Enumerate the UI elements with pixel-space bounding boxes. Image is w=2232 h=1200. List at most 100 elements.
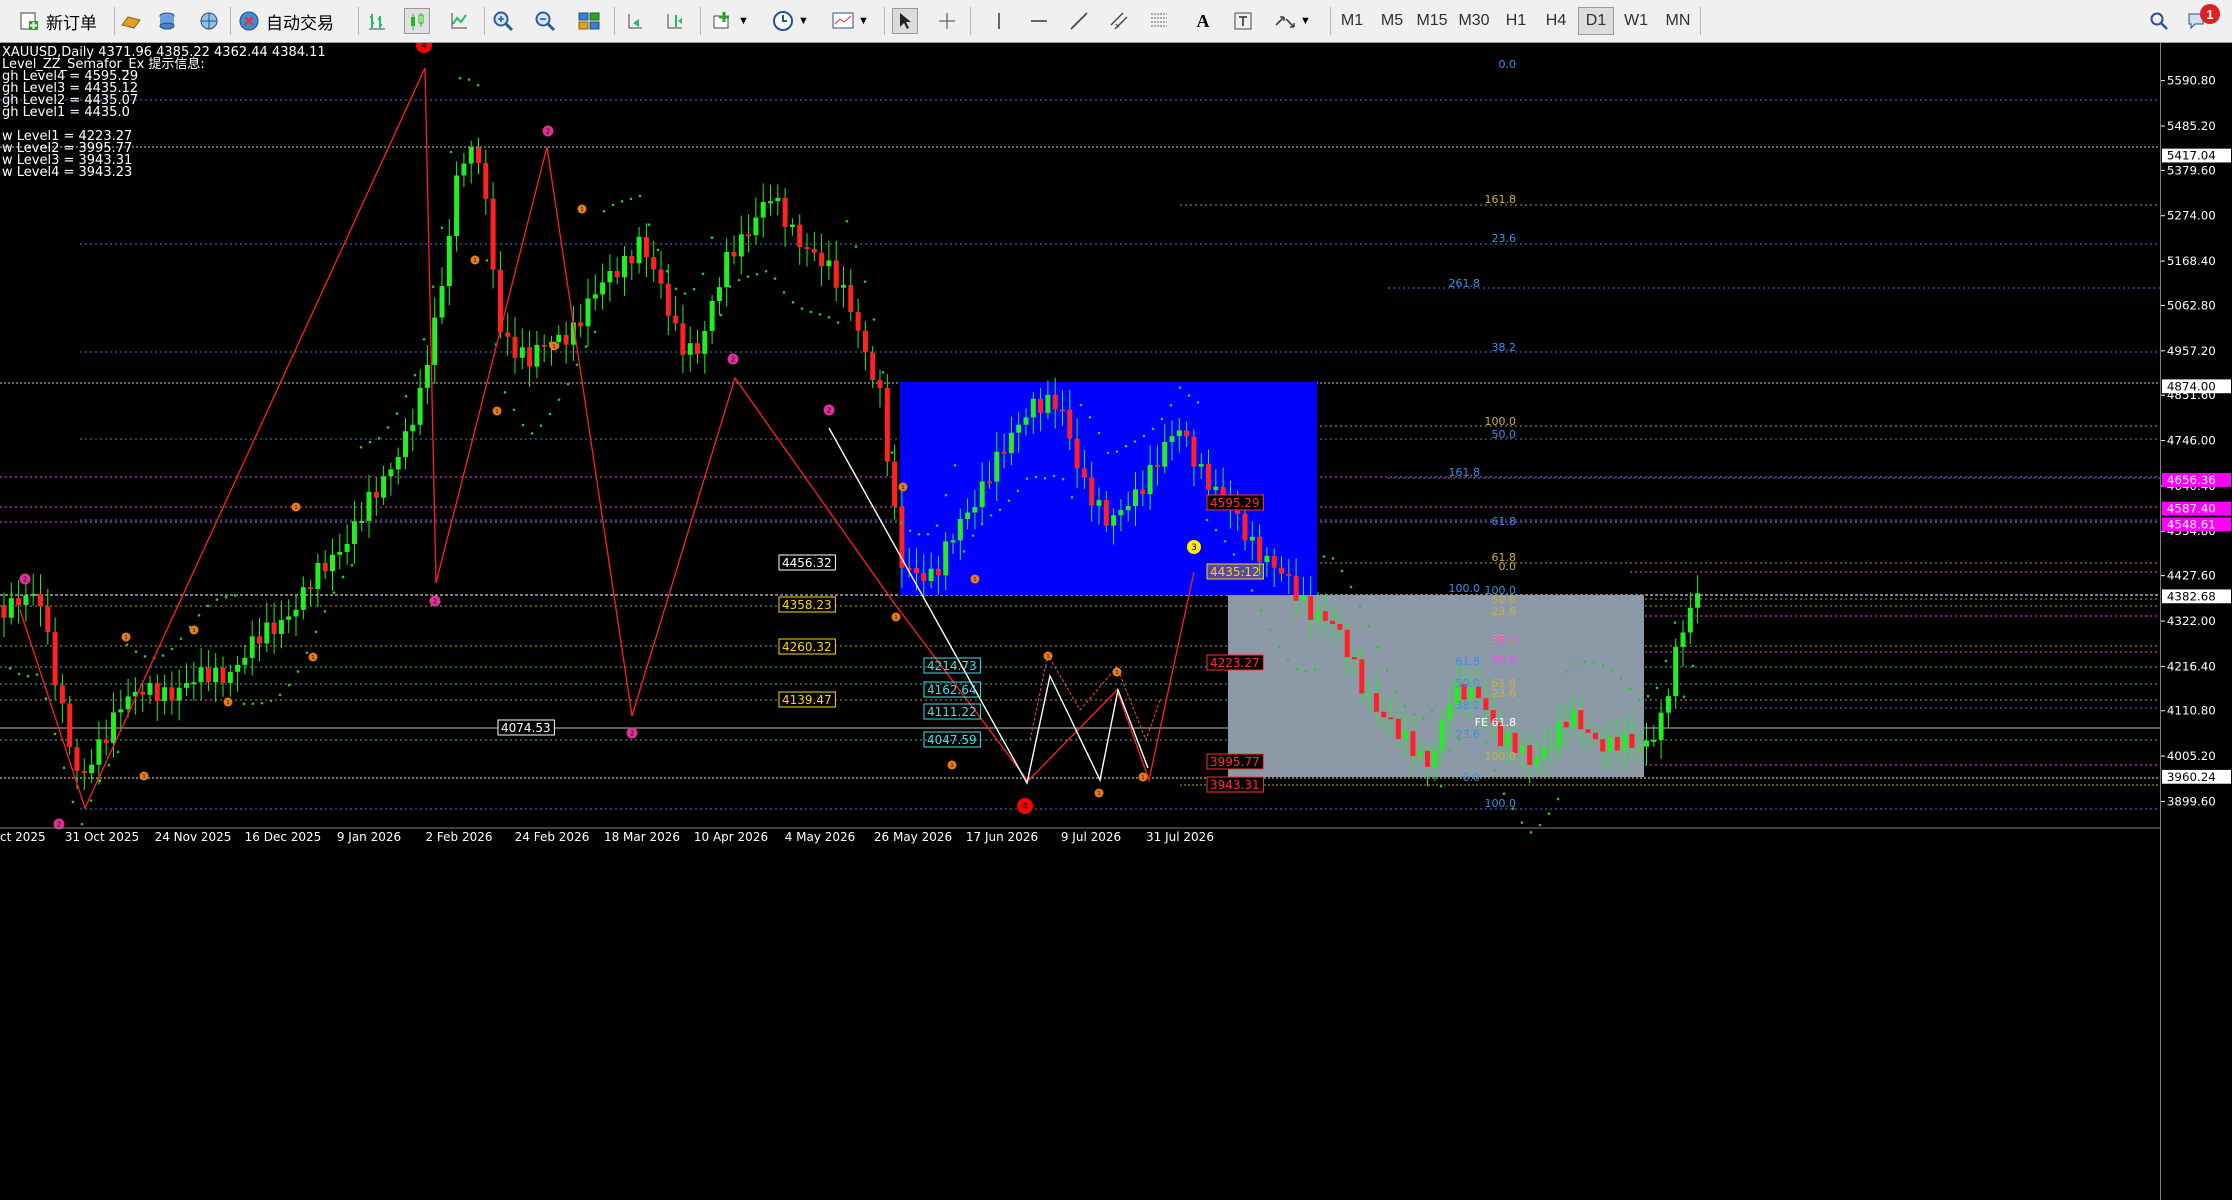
bar-chart-button[interactable] [364,6,390,36]
bear-candle [1103,500,1109,526]
sar-dot [305,651,309,654]
sar-dot [206,604,210,608]
bull-candle [403,431,408,458]
bull-candle [461,163,467,176]
bear-candle [1271,555,1277,568]
price-tag-text: 4595.29 [1210,496,1260,510]
bull-candle [950,540,956,543]
bull-candle [278,619,284,635]
semafor-level1-marker-label: 1 [294,505,298,511]
text-label-tool[interactable] [1230,6,1256,36]
bull-candle [293,609,299,617]
zoom-in-button[interactable] [490,6,516,36]
timeframe-m15[interactable]: M15 [1414,7,1450,35]
auto-scroll-button[interactable] [622,6,648,36]
data-window-button[interactable] [154,6,180,36]
equidistant-channel-tool[interactable] [1106,6,1132,36]
sar-dot [1268,628,1272,632]
bull-candle [1008,432,1014,454]
semafor-level1-marker-label: 1 [1046,654,1050,660]
fib-label: 61.8 [1456,655,1481,668]
sar-dot [1520,821,1524,824]
fib-label: 50.0 [1456,677,1481,690]
bear-candle [1279,567,1284,574]
zoom-out-button[interactable] [532,6,558,36]
fibonacci-tool[interactable] [1146,6,1172,36]
bull-candle [1403,731,1409,740]
timeframe-m1[interactable]: M1 [1334,7,1370,35]
bear-candle [38,593,43,607]
timeframe-m5[interactable]: M5 [1374,7,1410,35]
chart-shift-button[interactable] [662,6,688,36]
templates-button[interactable]: ▼ [830,6,869,36]
auto-trading-icon [236,8,262,34]
sar-dot [368,440,372,444]
price-tag-text: 4111.22 [927,705,977,719]
arrows-tool[interactable]: ▼ [1272,6,1311,36]
sar-dot [1178,386,1182,390]
bear-candle [541,344,547,347]
sar-dot [332,591,336,594]
timeframe-w1[interactable]: W1 [1618,7,1654,35]
line-chart-button[interactable] [446,6,472,36]
new-order-button[interactable]: 新订单 [16,6,97,36]
sar-dot [377,437,381,440]
sar-dot [827,316,831,319]
bear-candle [651,257,657,270]
search-button[interactable] [2146,6,2172,36]
timeframe-m30[interactable]: M30 [1456,7,1492,35]
date-label: 17 Jun 2026 [966,830,1038,844]
auto-scroll-icon [622,8,648,34]
bear-candle [1257,536,1263,563]
sar-dot [8,667,12,670]
tile-windows-button[interactable] [576,6,602,36]
periods-button[interactable]: ▼ [770,6,809,36]
timeframe-h4[interactable]: H4 [1538,7,1574,35]
price-axis[interactable]: 5590.80 5485.20 5379.60 5274.00 5168.40 5062.… [2160,43,2232,1200]
market-watch-button[interactable] [196,6,222,36]
semafor-level1-marker-label: 1 [950,763,954,769]
bull-candle [286,616,292,620]
bear-candle [578,322,584,327]
crosshair-tool[interactable] [934,6,960,36]
candlestick-button[interactable] [404,6,430,36]
fib-label: 50.0 [1492,428,1517,441]
trendline-tool[interactable] [1066,6,1092,36]
sar-dot [395,412,399,415]
price-badge: 5417.04 [2161,149,2232,163]
price-tag-text: 3995.77 [1210,755,1260,769]
bear-candle [819,252,825,267]
vertical-line-icon [986,8,1012,34]
auto-trading-button[interactable]: 自动交易 [236,6,334,36]
history-button[interactable] [118,6,144,36]
horizontal-line-tool[interactable] [1026,6,1052,36]
timeframe-mn[interactable]: MN [1660,7,1696,35]
cursor-tool[interactable] [892,6,918,36]
bear-candle [1337,624,1343,630]
vertical-line-tool[interactable] [986,6,1012,36]
price-tag-text: 4456.32 [782,556,832,570]
sar-dot [1403,705,1407,708]
sar-dot [1052,474,1056,478]
bull-candle [1432,750,1438,767]
sar-dot [1151,427,1155,431]
sar-dot [1061,477,1065,481]
bear-candle [52,632,58,686]
price-chart[interactable]: 4 4 2 2 2 2 2 2 2 1 1 1 1 1 1 1 1 1 1 1 1 1 1 1 1 1 1 3 0.0 23.6 38.2 5… [0,43,2160,1200]
indicators-button[interactable]: ▼ [710,6,749,36]
sar-dot [1205,518,1209,522]
notifications-button[interactable]: 1 [2184,4,2220,36]
date-label: 18 Mar 2026 [604,830,680,844]
sar-dot [1007,499,1011,502]
price-label: 5590.80 [2167,74,2216,88]
sar-dot [1286,658,1290,662]
semafor-level4-marker-label: 4 [421,43,427,52]
timeframe-h1[interactable]: H1 [1498,7,1534,35]
bear-candle [914,567,919,574]
date-label: 9 Jan 2026 [337,830,401,844]
price-tag: 3995.77 [1206,753,1264,770]
fe-label: FE 61.8 [1475,716,1516,729]
timeframe-d1[interactable]: D1 [1578,7,1614,35]
text-tool[interactable]: A [1190,6,1216,36]
bull-candle [1644,740,1649,747]
